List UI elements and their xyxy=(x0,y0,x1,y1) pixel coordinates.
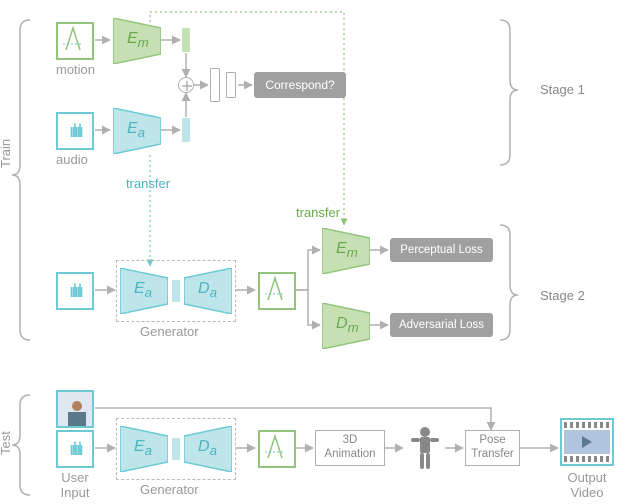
generator-label-test: Generator xyxy=(140,482,199,497)
output-video-label: Output Video xyxy=(560,470,614,500)
fc-layer-1 xyxy=(210,68,220,102)
correspond-output: Correspond? xyxy=(254,72,346,98)
user-image-input xyxy=(56,390,94,428)
test-bottleneck xyxy=(172,438,180,460)
user-audio-input: ıılıılı xyxy=(56,430,94,468)
animation-box: 3D Animation xyxy=(315,430,385,466)
user-input-label: User Input xyxy=(56,470,94,500)
adversarial-loss-box: Adversarial Loss xyxy=(390,313,493,337)
add-op-icon xyxy=(178,77,194,93)
bottleneck-feature xyxy=(172,280,180,302)
perceptual-loss-box: Perceptual Loss xyxy=(390,238,493,262)
transfer-teal-label: transfer xyxy=(126,176,170,191)
audio-feature xyxy=(182,118,190,142)
motion-feature xyxy=(182,28,190,52)
generator-label-stage2: Generator xyxy=(140,324,199,339)
output-video-box xyxy=(560,418,614,466)
audio-input-icon: ıılıılı xyxy=(56,112,94,150)
test-predicted-motion xyxy=(258,430,296,468)
audio-input-icon-stage2: ıılıılı xyxy=(56,272,94,310)
motion-label: motion xyxy=(56,62,95,77)
stage2-label: Stage 2 xyxy=(540,288,585,303)
predicted-motion-icon xyxy=(258,272,296,310)
test-section-label: Test xyxy=(0,431,13,455)
motion-input-icon xyxy=(56,22,94,60)
stage1-label: Stage 1 xyxy=(540,82,585,97)
pose-transfer-box: Pose Transfer xyxy=(465,430,520,466)
fc-layer-2 xyxy=(226,72,236,98)
transfer-green-label: transfer xyxy=(296,205,340,220)
audio-label: audio xyxy=(56,152,88,167)
character-icon xyxy=(405,424,445,474)
train-section-label: Train xyxy=(0,139,13,168)
